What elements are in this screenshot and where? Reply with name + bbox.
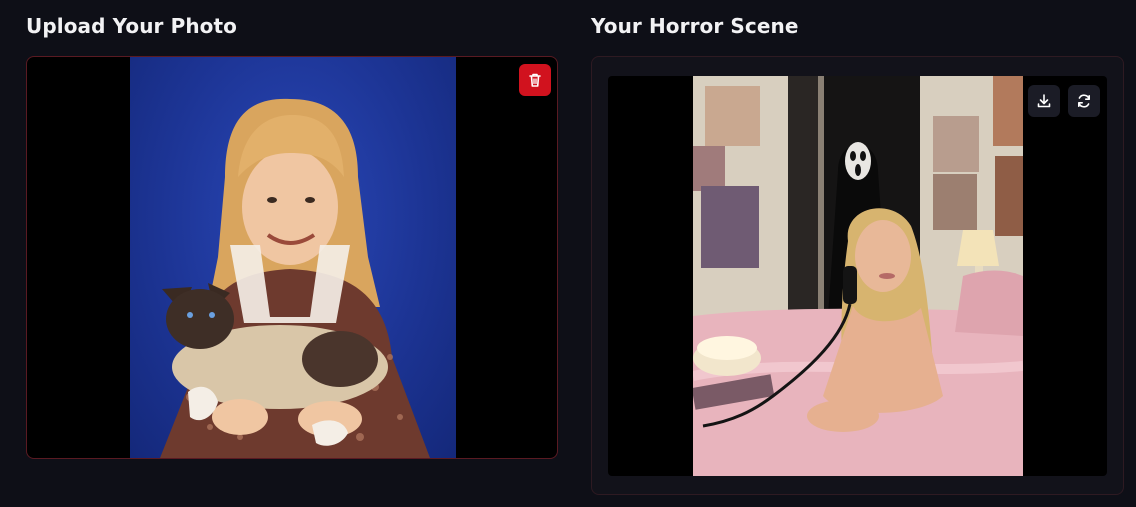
generated-scene-illustration: [693, 76, 1023, 476]
upload-panel-title: Upload Your Photo: [26, 14, 238, 38]
regenerate-button[interactable]: [1068, 85, 1100, 117]
refresh-icon: [1078, 94, 1090, 108]
result-panel-title: Your Horror Scene: [591, 14, 799, 38]
generated-scene-image: [693, 76, 1023, 476]
download-button[interactable]: [1028, 85, 1060, 117]
download-icon: [1037, 94, 1051, 108]
uploaded-photo: [130, 57, 456, 458]
delete-photo-button[interactable]: [519, 64, 551, 96]
result-panel: [591, 56, 1124, 495]
result-image-frame: [608, 76, 1107, 476]
upload-dropzone[interactable]: [26, 56, 558, 459]
trash-icon: [529, 73, 541, 87]
uploaded-photo-illustration: [160, 98, 430, 458]
